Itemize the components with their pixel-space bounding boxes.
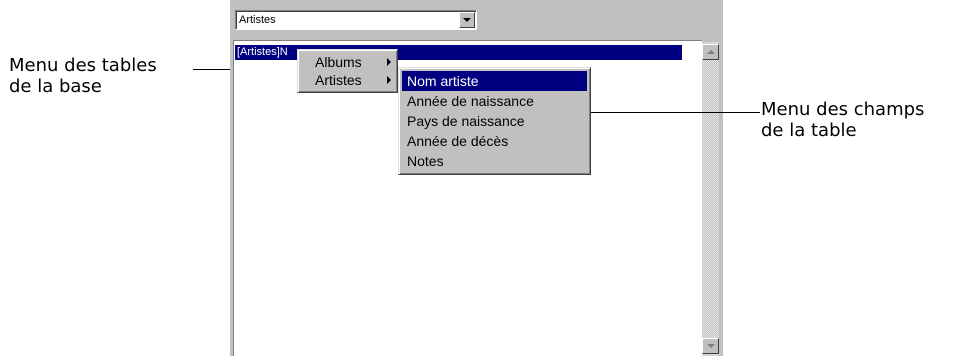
menu-item-nom-artiste-label: Nom artiste [407, 73, 479, 89]
callout-fields-leader [591, 112, 760, 113]
menu-item-pays-naissance[interactable]: Pays de naissance [402, 111, 587, 131]
menu-item-notes-label: Notes [407, 153, 444, 169]
arrow-down-icon [707, 344, 715, 348]
menu-item-artistes[interactable]: Artistes [301, 70, 394, 90]
tables-menu: Albums Artistes [297, 49, 398, 93]
scroll-up-button[interactable] [702, 44, 719, 60]
callout-fields-menu: Menu des champs de la table [761, 99, 924, 141]
callout-tables-menu: Menu des tables de la base [9, 55, 157, 97]
fields-menu: Nom artiste Année de naissance Pays de n… [398, 67, 591, 175]
callout-fields-line1: Menu des champs [761, 99, 925, 120]
table-selector-value: Artistes [239, 14, 276, 26]
arrow-up-icon [707, 50, 715, 54]
menu-item-albums-label: Albums [315, 54, 362, 70]
menu-item-albums[interactable]: Albums [301, 52, 394, 72]
submenu-arrow-icon [387, 76, 391, 84]
menu-item-annee-naissance-label: Année de naissance [407, 93, 534, 109]
scroll-down-button[interactable] [702, 338, 719, 354]
submenu-arrow-icon [387, 58, 391, 66]
menu-item-pays-naissance-label: Pays de naissance [407, 113, 525, 129]
table-selector-dropdown[interactable]: Artistes [235, 10, 477, 30]
menu-item-notes[interactable]: Notes [402, 151, 587, 171]
list-item-text: [Artistes]N [237, 46, 288, 58]
callout-tables-line2: de la base [9, 76, 102, 97]
menu-item-nom-artiste[interactable]: Nom artiste [402, 71, 587, 91]
callout-fields-line2: de la table [761, 120, 857, 141]
vertical-scrollbar[interactable] [702, 42, 719, 356]
menu-item-annee-deces-label: Année de décès [407, 133, 509, 149]
callout-tables-line1: Menu des tables [9, 55, 157, 76]
chevron-down-icon [463, 18, 471, 22]
menu-item-annee-naissance[interactable]: Année de naissance [402, 91, 587, 111]
menu-item-annee-deces[interactable]: Année de décès [402, 131, 587, 151]
menu-item-artistes-label: Artistes [315, 72, 362, 88]
dropdown-button[interactable] [459, 12, 475, 28]
